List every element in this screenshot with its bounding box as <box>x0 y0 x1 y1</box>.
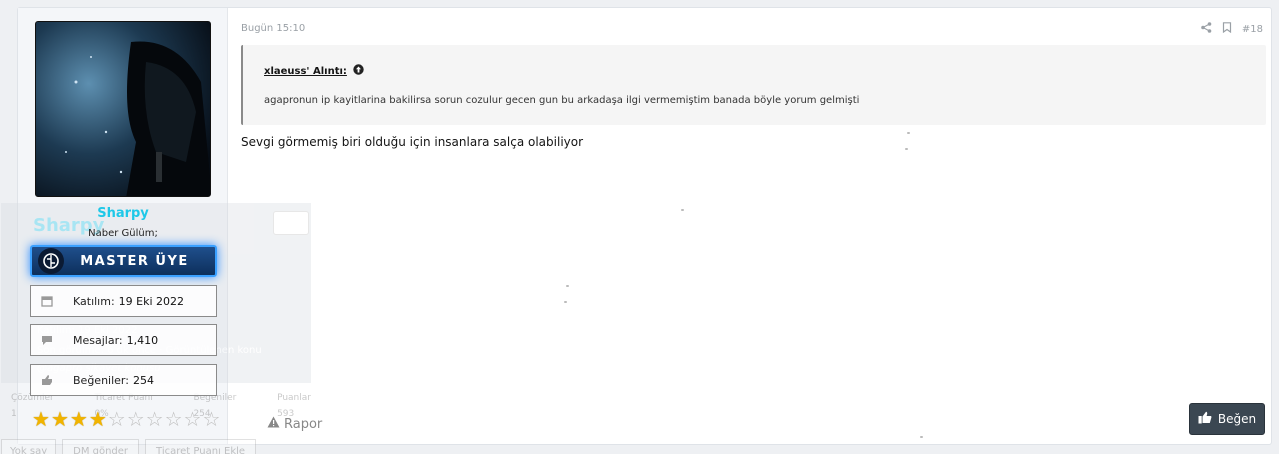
brain-icon <box>38 248 64 274</box>
ghost-dm-button: DM gönder <box>62 439 140 454</box>
star-empty-icon: ☆ <box>202 407 221 431</box>
ghost-ignore-button: Yok say <box>1 439 57 454</box>
like-label: Beğen <box>1217 412 1257 426</box>
quote-author-label: xlaeuss' Alıntı: <box>264 65 347 77</box>
decor-dot <box>566 285 569 287</box>
stat-messages[interactable]: Mesajlar: 1,410 <box>30 324 217 356</box>
thumbs-up-icon <box>41 374 53 386</box>
stat-label: Katılım: <box>73 294 115 308</box>
thumbs-up-icon <box>1198 411 1212 427</box>
quote-author[interactable]: xlaeuss' Alıntı: <box>264 64 364 78</box>
star-filled-icon: ★ <box>88 407 107 431</box>
stat-value: 254 <box>132 373 154 387</box>
avatar-image <box>36 22 210 196</box>
post-user-panel: Sharpy Katılım: 19 Eki 2022 Son görülme:… <box>1 8 311 454</box>
stat-joined: Katılım: 19 Eki 2022 <box>30 285 217 317</box>
decor-dot <box>905 148 908 150</box>
bookmark-icon[interactable] <box>1222 22 1232 36</box>
star-filled-icon: ★ <box>69 407 88 431</box>
arrow-up-circle-icon[interactable] <box>353 64 364 78</box>
calendar-icon <box>41 295 53 307</box>
post-body: Sevgi görmemiş biri olduğu için insanlar… <box>241 135 584 149</box>
stat-value: 19 Eki 2022 <box>118 294 185 308</box>
avatar[interactable] <box>35 21 211 197</box>
stat-likes: Beğeniler: 254 <box>30 364 217 396</box>
post-content: Bugün 15:10 #18 xlaeuss' Alıntı: agapron… <box>229 8 1271 444</box>
star-filled-icon: ★ <box>32 407 50 431</box>
forum-post: Sharpy Katılım: 19 Eki 2022 Son görülme:… <box>1 7 1272 454</box>
star-empty-icon: ☆ <box>145 407 164 431</box>
username[interactable]: Sharpy <box>18 206 228 221</box>
star-empty-icon: ☆ <box>183 407 202 431</box>
star-filled-icon: ★ <box>50 407 69 431</box>
user-title: Naber Gülüm; <box>88 228 158 239</box>
share-icon[interactable] <box>1201 22 1212 36</box>
decor-dot <box>907 132 910 134</box>
decor-dot <box>920 436 923 438</box>
user-rating: ★ ★ ★ ★ ☆ ☆ ☆ ☆ ☆ ☆ <box>32 409 221 429</box>
decor-dot <box>564 301 567 303</box>
stat-label: Mesajlar: <box>73 333 123 347</box>
user-rank-banner: MASTER ÜYE <box>30 245 217 277</box>
decor-dot <box>681 209 684 211</box>
quote-block: xlaeuss' Alıntı: agapronun ip kayitlarin… <box>241 45 1266 125</box>
stat-label: Beğeniler: <box>73 373 129 387</box>
like-button[interactable]: Beğen <box>1189 403 1265 435</box>
quote-text: agapronun ip kayitlarina bakilirsa sorun… <box>264 95 860 106</box>
star-empty-icon: ☆ <box>164 407 183 431</box>
post-time[interactable]: Bugün 15:10 <box>241 23 305 34</box>
messages-icon <box>41 334 53 346</box>
post-actions: #18 <box>1201 22 1263 36</box>
star-empty-icon: ☆ <box>107 407 126 431</box>
post-number[interactable]: #18 <box>1242 24 1263 35</box>
star-empty-icon: ☆ <box>126 407 145 431</box>
stat-value: 1,410 <box>126 333 159 347</box>
rank-label: MASTER ÜYE <box>80 253 189 269</box>
